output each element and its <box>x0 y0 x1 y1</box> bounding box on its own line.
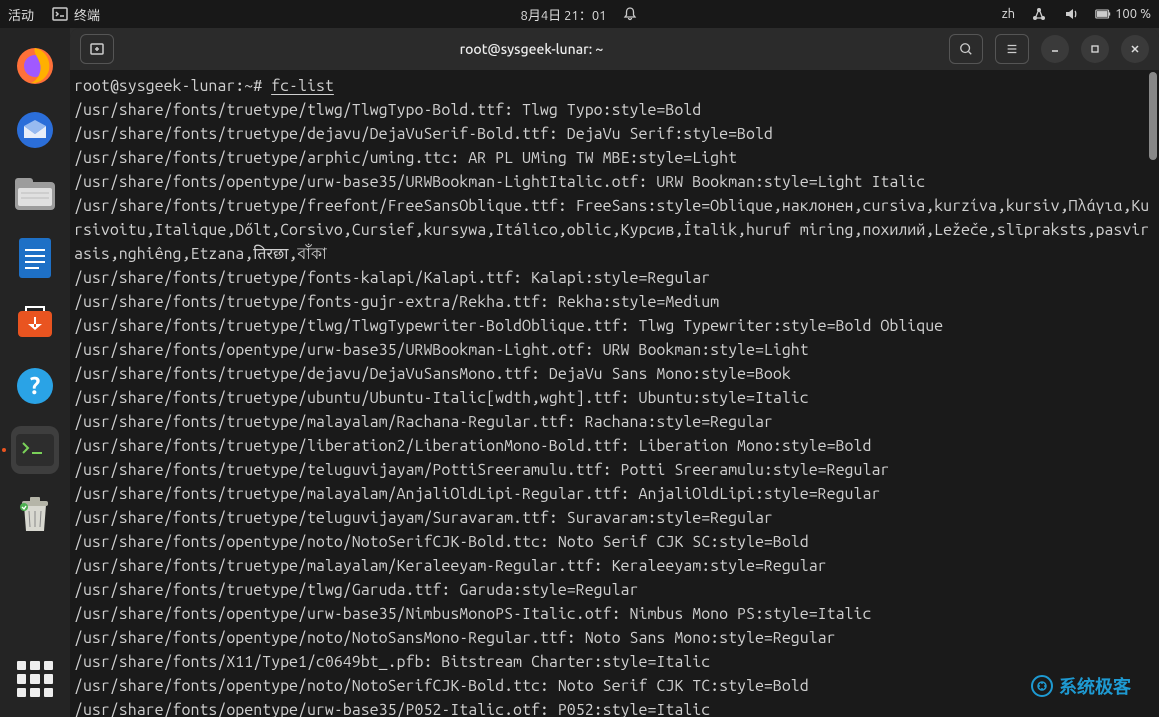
new-tab-button[interactable] <box>80 34 114 64</box>
close-icon <box>1130 44 1140 54</box>
output-line: /usr/share/fonts/truetype/tlwg/TlwgTypew… <box>74 314 1155 338</box>
datetime[interactable]: 8月4日 21：01 <box>521 5 607 24</box>
output-line: /usr/share/fonts/opentype/urw-base35/P05… <box>74 698 1155 717</box>
output-line: /usr/share/fonts/opentype/urw-base35/URW… <box>74 338 1155 362</box>
menu-icon <box>1005 42 1019 56</box>
app-indicator[interactable]: 终端 <box>52 5 100 24</box>
output-line: /usr/share/fonts/truetype/malayalam/Kera… <box>74 554 1155 578</box>
output-line: /usr/share/fonts/X11/Type1/c0649bt_.pfb:… <box>74 650 1155 674</box>
window-title: root@sysgeek-lunar: ~ <box>114 41 949 57</box>
dock-files[interactable] <box>11 170 59 218</box>
output-line: /usr/share/fonts/truetype/tlwg/TlwgTypo-… <box>74 98 1155 122</box>
output-line: /usr/share/fonts/truetype/ubuntu/Ubuntu-… <box>74 386 1155 410</box>
output-line: /usr/share/fonts/truetype/malayalam/Anja… <box>74 482 1155 506</box>
watermark: 系统极客 <box>1031 673 1131 699</box>
close-button[interactable] <box>1121 35 1149 63</box>
output-line: /usr/share/fonts/opentype/urw-base35/Nim… <box>74 602 1155 626</box>
output-line: /usr/share/fonts/truetype/arphic/uming.t… <box>74 146 1155 170</box>
dock-firefox[interactable] <box>11 42 59 90</box>
title-bar: root@sysgeek-lunar: ~ <box>70 28 1159 70</box>
output-line: /usr/share/fonts/truetype/dejavu/DejaVuS… <box>74 122 1155 146</box>
minimize-icon <box>1050 44 1060 54</box>
output-line: /usr/share/fonts/truetype/liberation2/Li… <box>74 434 1155 458</box>
output-line: /usr/share/fonts/opentype/urw-base35/URW… <box>74 170 1155 194</box>
output-line: /usr/share/fonts/truetype/fonts-kalapi/K… <box>74 266 1155 290</box>
new-tab-icon <box>89 41 105 57</box>
prompt: root@sysgeek-lunar:~# <box>74 77 262 95</box>
output-line: /usr/share/fonts/opentype/noto/NotoSansM… <box>74 626 1155 650</box>
output-line: /usr/share/fonts/truetype/teluguvijayam/… <box>74 506 1155 530</box>
scrollbar-thumb[interactable] <box>1149 72 1157 160</box>
search-icon <box>959 42 973 56</box>
terminal-window: root@sysgeek-lunar: ~ root@sysgeek-lunar… <box>70 28 1159 717</box>
maximize-button[interactable] <box>1081 35 1109 63</box>
terminal-output: /usr/share/fonts/truetype/tlwg/TlwgTypo-… <box>74 98 1155 717</box>
show-applications[interactable] <box>17 661 53 697</box>
dock: ? <box>0 28 70 717</box>
volume-icon[interactable] <box>1063 6 1079 22</box>
command-text: fc-list <box>271 77 334 95</box>
output-line: /usr/share/fonts/opentype/noto/NotoSerif… <box>74 530 1155 554</box>
output-line: /usr/share/fonts/opentype/noto/NotoSerif… <box>74 674 1155 698</box>
dock-help[interactable]: ? <box>11 362 59 410</box>
dock-software[interactable] <box>11 298 59 346</box>
watermark-icon <box>1031 675 1053 697</box>
prompt-line: root@sysgeek-lunar:~# fc-list <box>74 74 1155 98</box>
output-line: /usr/share/fonts/truetype/tlwg/Garuda.tt… <box>74 578 1155 602</box>
terminal-body[interactable]: root@sysgeek-lunar:~# fc-list /usr/share… <box>70 70 1159 717</box>
input-source[interactable]: zh <box>1002 7 1015 21</box>
app-indicator-label: 终端 <box>74 5 100 24</box>
output-line: /usr/share/fonts/truetype/dejavu/DejaVuS… <box>74 362 1155 386</box>
bell-icon[interactable] <box>622 6 638 22</box>
top-panel: 活动 终端 8月4日 21：01 zh 100 % <box>0 0 1159 28</box>
dock-libreoffice-writer[interactable] <box>11 234 59 282</box>
network-icon[interactable] <box>1031 6 1047 22</box>
svg-text:?: ? <box>30 372 41 399</box>
output-line: /usr/share/fonts/truetype/teluguvijayam/… <box>74 458 1155 482</box>
hamburger-menu[interactable] <box>995 34 1029 64</box>
battery-icon <box>1095 6 1111 22</box>
battery-indicator[interactable]: 100 % <box>1095 6 1151 22</box>
dock-trash[interactable] <box>11 490 59 538</box>
search-button[interactable] <box>949 34 983 64</box>
output-line: /usr/share/fonts/truetype/malayalam/Rach… <box>74 410 1155 434</box>
output-line: /usr/share/fonts/truetype/fonts-gujr-ext… <box>74 290 1155 314</box>
minimize-button[interactable] <box>1041 35 1069 63</box>
maximize-icon <box>1090 44 1100 54</box>
terminal-icon <box>52 6 68 22</box>
dock-terminal[interactable] <box>11 426 59 474</box>
output-line: /usr/share/fonts/truetype/freefont/FreeS… <box>74 194 1155 266</box>
dock-thunderbird[interactable] <box>11 106 59 154</box>
activities-button[interactable]: 活动 <box>8 5 34 24</box>
